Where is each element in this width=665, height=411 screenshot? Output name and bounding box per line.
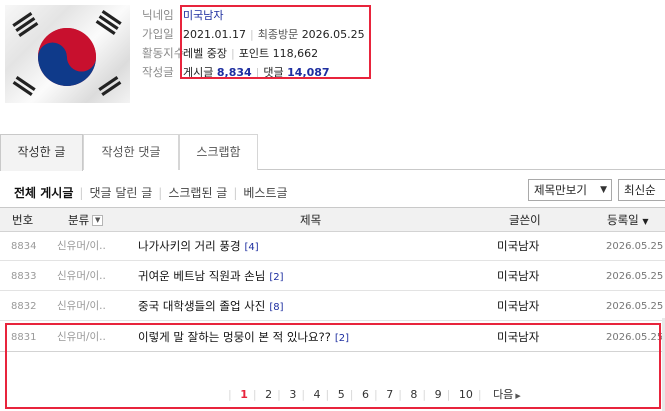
post-category: 신유머/이.. — [57, 300, 106, 312]
label-join-date: 가입일 — [142, 27, 174, 41]
page-link-current[interactable]: 1 — [240, 388, 248, 401]
label-nickname: 닉네임 — [142, 8, 174, 22]
page-link[interactable]: 9 — [435, 388, 442, 401]
table-header: 번호 분류 ▼ 제목 글쓴이 등록일 ▼ — [0, 207, 665, 232]
label-activity: 활동지수 — [142, 46, 185, 60]
table-row[interactable]: 8834 신유머/이.. 나가사키의 거리 풍경 [4] 미국남자 2026.05… — [0, 232, 665, 261]
label-posts: 작성글 — [142, 65, 174, 79]
page-link[interactable]: 7 — [386, 388, 393, 401]
post-author[interactable]: 미국남자 — [497, 292, 539, 321]
post-filter-bar: 전체 게시글 | 댓글 달린 글 | 스크랩된 글 | 베스트글 — [14, 186, 288, 200]
post-author[interactable]: 미국남자 — [497, 262, 539, 291]
post-number: 8834 — [11, 241, 37, 252]
tab-scraps[interactable]: 스크랩함 — [179, 134, 258, 170]
filter-scrapped-posts[interactable]: 스크랩된 글 — [168, 186, 227, 200]
post-title-text[interactable]: 나가사키의 거리 풍경 — [138, 239, 241, 253]
sort-order-select[interactable]: 최신순 — [618, 179, 665, 201]
filter-all-posts[interactable]: 전체 게시글 — [14, 186, 73, 200]
post-date: 2026.05.25 — [606, 301, 664, 312]
header-category-label: 분류 — [68, 213, 90, 227]
profile-avatar-korean-flag — [5, 5, 130, 103]
sort-order-value: 최신순 — [624, 183, 656, 197]
post-title[interactable]: 중국 대학생들의 졸업 사진 [8] — [138, 292, 284, 322]
view-mode-select[interactable]: 제목만보기 ▼ — [528, 179, 612, 201]
page-link[interactable]: 2 — [265, 388, 272, 401]
tab-bar: 작성한 글 작성한 댓글 스크랩함 — [0, 134, 665, 171]
category-dropdown-icon[interactable]: ▼ — [92, 215, 104, 226]
comment-count[interactable]: [2] — [269, 272, 283, 283]
post-date: 2026.05.25 — [606, 271, 664, 282]
header-title: 제목 — [300, 213, 322, 227]
tab-written-posts[interactable]: 작성한 글 — [0, 134, 83, 171]
page-link[interactable]: 3 — [289, 388, 296, 401]
profile-labels: 닉네임 가입일 활동지수 작성글 — [142, 6, 184, 82]
post-title-text[interactable]: 중국 대학생들의 졸업 사진 — [138, 299, 265, 313]
page-link[interactable]: 5 — [338, 388, 345, 401]
filter-commented-posts[interactable]: 댓글 달린 글 — [89, 186, 152, 200]
header-author: 글쓴이 — [509, 213, 541, 227]
header-date[interactable]: 등록일 ▼ — [607, 208, 649, 234]
profile-highlight-box — [180, 5, 371, 79]
post-number: 8832 — [11, 301, 37, 312]
header-no: 번호 — [12, 213, 34, 227]
post-category: 신유머/이.. — [57, 240, 106, 252]
page-link[interactable]: 8 — [410, 388, 417, 401]
comment-count[interactable]: [8] — [269, 302, 283, 313]
post-number: 8833 — [11, 271, 37, 282]
table-row[interactable]: 8833 신유머/이.. 귀여운 베트남 직원과 손님 [2] 미국남자 2026… — [0, 262, 665, 291]
header-category[interactable]: 분류 ▼ — [68, 208, 104, 232]
page-link[interactable]: 4 — [314, 388, 321, 401]
comment-count[interactable]: [4] — [245, 242, 259, 253]
chevron-down-icon: ▼ — [600, 185, 607, 195]
post-title-text[interactable]: 귀여운 베트남 직원과 손님 — [138, 269, 265, 283]
filter-best-posts[interactable]: 베스트글 — [243, 186, 287, 200]
tab-written-comments[interactable]: 작성한 댓글 — [83, 134, 179, 170]
post-date: 2026.05.25 — [606, 241, 664, 252]
post-author[interactable]: 미국남자 — [497, 232, 539, 261]
post-category: 신유머/이.. — [57, 270, 106, 282]
next-page-label[interactable]: 다음 — [493, 388, 513, 401]
post-title[interactable]: 나가사키의 거리 풍경 [4] — [138, 232, 259, 262]
post-title[interactable]: 귀여운 베트남 직원과 손님 [2] — [138, 262, 284, 292]
view-mode-value: 제목만보기 — [534, 183, 587, 197]
next-page-link[interactable]: 다음 ▶ — [493, 388, 521, 401]
pagination: | 1 | 2 | 3 | 4 | 5 | 6 | 7 | 8 | 9 | 10 | 다음 ▶ — [228, 388, 521, 401]
page-link[interactable]: 10 — [459, 388, 473, 401]
sort-desc-icon: ▼ — [642, 217, 649, 226]
header-date-label: 등록일 — [607, 213, 639, 227]
table-row[interactable]: 8832 신유머/이.. 중국 대학생들의 졸업 사진 [8] 미국남자 2026… — [0, 292, 665, 321]
chevron-right-icon: ▶ — [515, 392, 521, 400]
page-link[interactable]: 6 — [362, 388, 369, 401]
